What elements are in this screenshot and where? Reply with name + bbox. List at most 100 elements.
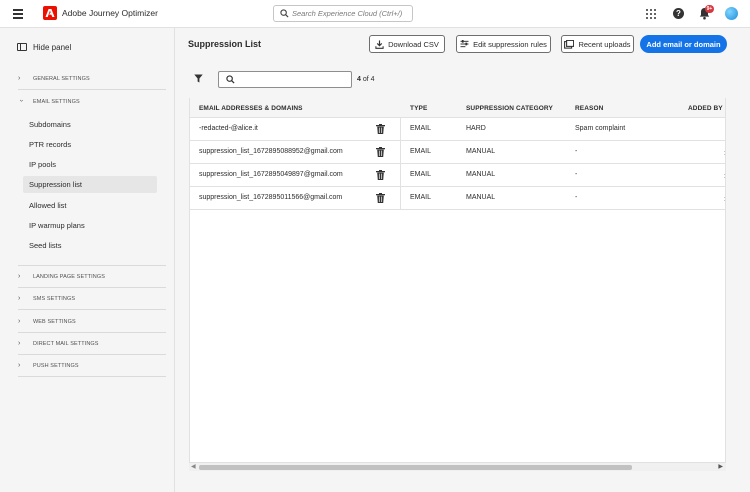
uploads-icon <box>564 39 575 49</box>
page-title: Suppression List <box>188 39 262 49</box>
sidebar-item-ip-pools[interactable]: IP pools <box>23 156 157 173</box>
section-label: WEB SETTINGS <box>33 318 76 325</box>
section-label: LANDING PAGE SETTINGS <box>33 273 105 280</box>
column-header-reason[interactable]: REASON <box>575 105 603 112</box>
sidebar-item-suppression-list[interactable]: Suppression list <box>23 176 157 193</box>
sidebar-item-subdomains[interactable]: Subdomains <box>23 116 157 133</box>
download-icon <box>375 39 384 49</box>
result-count-total: of 4 <box>362 76 375 83</box>
chevron-right-icon: › <box>18 75 21 82</box>
cell-reason: - <box>575 171 578 178</box>
scroll-right-arrow-icon[interactable]: ▶ <box>718 463 723 470</box>
chevron-right-icon: › <box>18 340 21 347</box>
suppression-table: EMAIL ADDRESSES & DOMAINS TYPE SUPPRESSI… <box>189 98 726 471</box>
section-label: EMAIL SETTINGS <box>33 99 80 105</box>
cell-category: MANUAL <box>466 194 496 201</box>
chevron-right-icon: › <box>18 295 21 302</box>
top-bar: Adobe Journey Optimizer ? 9+ <box>0 0 750 28</box>
hide-panel-button[interactable]: Hide panel <box>17 41 71 53</box>
download-csv-label: Download CSV <box>388 39 439 49</box>
column-divider <box>400 141 401 164</box>
trash-icon[interactable] <box>376 147 385 157</box>
scrollbar-thumb[interactable] <box>199 465 632 470</box>
cell-reason: - <box>575 194 578 201</box>
section-label: GENERAL SETTINGS <box>33 75 90 82</box>
adobe-logo-icon[interactable] <box>43 6 57 20</box>
add-email-or-domain-button[interactable]: Add email or domain <box>640 35 727 53</box>
column-divider <box>400 187 401 210</box>
section-landing-page-settings[interactable]: › LANDING PAGE SETTINGS <box>18 266 166 288</box>
search-icon <box>226 75 235 84</box>
table-header: EMAIL ADDRESSES & DOMAINS TYPE SUPPRESSI… <box>190 98 725 118</box>
trash-icon[interactable] <box>376 170 385 180</box>
section-web-settings[interactable]: › WEB SETTINGS <box>18 311 166 333</box>
result-count: 4 of 4 <box>357 76 375 83</box>
section-sms-settings[interactable]: › SMS SETTINGS <box>18 288 166 310</box>
table-row[interactable]: suppression_list_1672895049897@gmail.com… <box>190 164 726 187</box>
column-header-added-by[interactable]: ADDED BY <box>688 105 723 112</box>
recent-uploads-button[interactable]: Recent uploads <box>561 35 634 53</box>
list-search-field[interactable] <box>218 71 352 88</box>
column-header-email[interactable]: EMAIL ADDRESSES & DOMAINS <box>199 105 303 112</box>
sidebar-item-ptr-records[interactable]: PTR records <box>23 136 157 153</box>
sliders-icon <box>460 40 469 48</box>
hamburger-menu-icon[interactable] <box>13 9 23 19</box>
section-push-settings[interactable]: › PUSH SETTINGS <box>18 355 166 377</box>
user-avatar[interactable] <box>725 7 738 20</box>
recent-uploads-label: Recent uploads <box>578 39 631 49</box>
trash-icon[interactable] <box>376 124 385 134</box>
panel-toggle-icon <box>17 43 27 51</box>
search-icon <box>280 9 289 18</box>
cell-category: HARD <box>466 125 486 132</box>
apps-grid-icon[interactable] <box>646 9 656 19</box>
cell-type: EMAIL <box>410 194 432 201</box>
sidebar-item-ip-warmup-plans[interactable]: IP warmup plans <box>23 217 157 234</box>
app-title[interactable]: Adobe Journey Optimizer <box>62 8 158 18</box>
chevron-down-icon: › <box>17 99 25 102</box>
overflow-marker: : <box>724 173 726 180</box>
chevron-right-icon: › <box>18 362 21 369</box>
edit-suppression-rules-button[interactable]: Edit suppression rules <box>456 35 551 53</box>
table-row[interactable]: suppression_list_1672895088952@gmail.com… <box>190 141 726 164</box>
cell-type: EMAIL <box>410 148 432 155</box>
section-label: PUSH SETTINGS <box>33 362 79 369</box>
help-icon[interactable]: ? <box>673 8 684 19</box>
scroll-left-arrow-icon[interactable]: ◀ <box>191 463 196 470</box>
cell-category: MANUAL <box>466 171 496 178</box>
overflow-marker: : <box>724 196 726 203</box>
main-content: Suppression List Download CSV Edit suppr… <box>175 28 750 492</box>
cell-reason: - <box>575 148 578 155</box>
cell-category: MANUAL <box>466 148 496 155</box>
section-email-settings[interactable]: › EMAIL SETTINGS <box>18 91 166 113</box>
global-search[interactable] <box>273 5 413 22</box>
section-direct-mail-settings[interactable]: › DIRECT MAIL SETTINGS <box>18 333 166 355</box>
overflow-marker: : <box>724 150 726 157</box>
sidebar-item-allowed-list[interactable]: Allowed list <box>23 197 157 214</box>
edit-rules-label: Edit suppression rules <box>473 39 547 49</box>
cell-email: -redacted-@alice.it <box>199 125 258 132</box>
cell-reason: Spam complaint <box>575 125 626 132</box>
download-csv-button[interactable]: Download CSV <box>369 35 445 53</box>
trash-icon[interactable] <box>376 193 385 203</box>
notification-badge: 9+ <box>705 5 714 13</box>
chevron-right-icon: › <box>18 318 21 325</box>
filter-icon[interactable] <box>194 74 203 83</box>
result-count-current: 4 <box>357 76 361 83</box>
cell-email: suppression_list_1672895049897@gmail.com <box>199 171 343 178</box>
sidebar-item-seed-lists[interactable]: Seed lists <box>23 237 157 254</box>
section-general-settings[interactable]: › GENERAL SETTINGS <box>18 68 166 90</box>
table-row[interactable]: suppression_list_1672895011566@gmail.com… <box>190 187 726 210</box>
column-header-category[interactable]: SUPPRESSION CATEGORY <box>466 105 553 112</box>
table-row[interactable]: -redacted-@alice.it EMAIL HARD Spam comp… <box>190 118 725 141</box>
hide-panel-label: Hide panel <box>33 42 72 52</box>
cell-email: suppression_list_1672895011566@gmail.com <box>199 194 343 201</box>
column-header-type[interactable]: TYPE <box>410 105 427 112</box>
column-divider <box>400 118 401 141</box>
chevron-right-icon: › <box>18 273 21 280</box>
settings-sidebar: Hide panel › GENERAL SETTINGS › EMAIL SE… <box>0 28 175 492</box>
horizontal-scrollbar[interactable]: ◀ ▶ <box>189 462 726 471</box>
column-divider <box>400 164 401 187</box>
section-label: DIRECT MAIL SETTINGS <box>33 340 99 347</box>
section-label: SMS SETTINGS <box>33 295 76 302</box>
global-search-input[interactable] <box>292 7 410 20</box>
